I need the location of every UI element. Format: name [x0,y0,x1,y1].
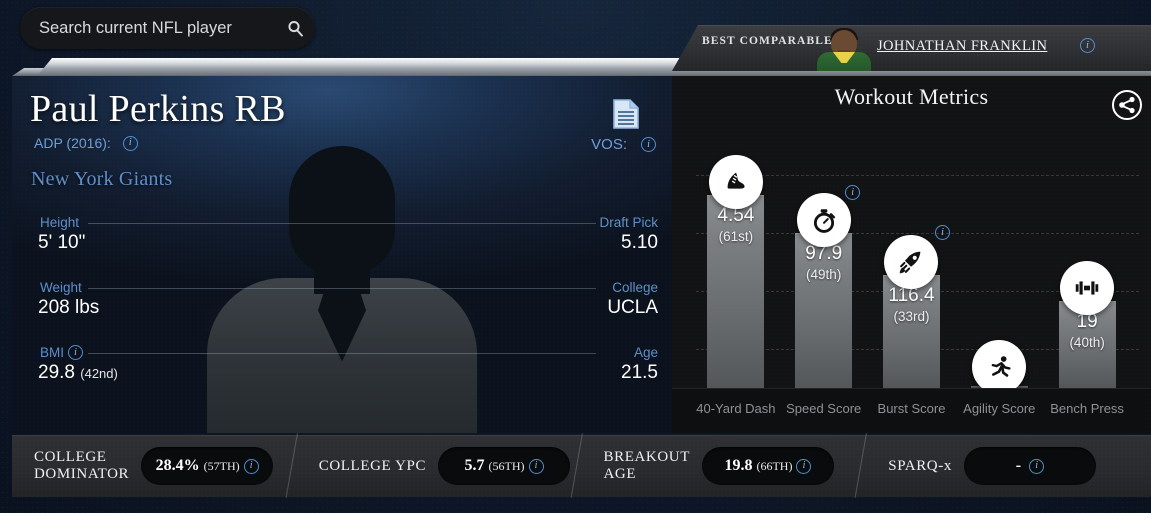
stat-label-draft-pick: Draft Pick [599,215,658,230]
metric-value: 5.7 [465,457,485,475]
metric-rank: (56TH) [489,459,525,474]
info-icon[interactable]: i [1029,459,1044,474]
adp-label: ADP (2016): [34,135,111,151]
adp-stat: ADP (2016): i [34,135,138,151]
metric-pill[interactable]: 28.4% (57TH) i [141,447,273,485]
bar-speed-score[interactable]: i 97.9 (49th) [795,233,852,388]
bar-group-agility-score [955,130,1043,388]
stat-row: Height 5' 10" Draft Pick 5.10 [12,214,672,268]
info-icon[interactable]: i [641,137,656,152]
stopwatch-icon [797,193,851,247]
bar-rank-bench-press: (40th) [1059,335,1116,350]
stat-value-age: 21.5 [621,362,658,384]
metric-pill[interactable]: 5.7 (56TH) i [438,447,570,485]
stat-label-college: College [612,280,658,295]
bar-40-yard-dash[interactable]: 4.54 (61st) [707,195,764,388]
metric-label: COLLEGE DOMINATOR [34,449,129,483]
metric-pill[interactable]: - i [964,447,1096,485]
runner-icon [972,340,1026,394]
metric-label: SPARQ-x [888,458,952,475]
stat-value-height: 5' 10" [38,232,85,254]
info-icon[interactable]: i [796,459,811,474]
bottom-metrics-bar: COLLEGE DOMINATOR 28.4% (57TH) i COLLEGE… [12,435,1151,497]
bar-rank-speed-score: (49th) [795,267,852,282]
bar-rank-40-yard-dash: (61st) [707,229,764,244]
bar-group-speed-score: i 97.9 (49th) [780,130,868,388]
stat-label-age: Age [634,345,658,360]
info-icon[interactable]: i [1080,38,1095,53]
chart-x-axis: 40-Yard Dash Speed Score Burst Score Agi… [672,388,1151,433]
player-profile-panel: Paul Perkins RB ADP (2016): i VOS: i [12,76,672,433]
page-title: Paul Perkins RB [30,87,286,131]
axis-label-agility-score: Agility Score [955,389,1043,433]
metric-label: COLLEGE YPC [319,458,426,475]
axis-label-burst-score: Burst Score [868,389,956,433]
stat-label-weight: Weight [40,280,82,295]
stat-label-height: Height [40,215,79,230]
stat-value-draft-pick: 5.10 [621,232,658,254]
vos-stat: VOS: i [591,136,656,153]
vos-label: VOS: [591,136,627,153]
info-icon[interactable]: i [244,459,259,474]
bar-group-burst-score: i 116.4 (33rd) [868,130,956,388]
best-comparable-banner: BEST COMPARABLE JOHNATHAN FRANKLIN i [672,25,1151,71]
metric-college-ypc: COLLEGE YPC 5.7 (56TH) i [297,435,582,497]
document-icon[interactable] [612,98,640,135]
team-name[interactable]: New York Giants [31,168,172,191]
metric-breakout-age: BREAKOUT AGE 19.8 (66TH) i [582,435,867,497]
chart-title: Workout Metrics [672,84,1151,110]
axis-label-speed-score: Speed Score [780,389,868,433]
rocket-icon [884,235,938,289]
axis-label-bench-press: Bench Press [1043,389,1131,433]
search-icon[interactable] [275,20,315,37]
bar-burst-score[interactable]: i 116.4 (33rd) [883,275,940,388]
bar-rank-burst-score: (33rd) [883,309,940,324]
stat-value-bmi: 29.8 (42nd) [38,362,118,384]
shoe-icon [709,155,763,209]
info-icon[interactable]: i [529,459,544,474]
metric-college-dominator: COLLEGE DOMINATOR 28.4% (57TH) i [12,435,297,497]
share-icon[interactable] [1111,89,1143,126]
stat-value-weight: 208 lbs [38,297,99,319]
comparable-player-avatar [813,25,875,71]
stat-row: Weight 208 lbs College UCLA [12,279,672,333]
metric-value: 19.8 [724,457,752,475]
info-icon[interactable]: i [845,185,860,200]
bar-group-bench-press: 19 (40th) [1043,130,1131,388]
comparable-player-link[interactable]: JOHNATHAN FRANKLIN [877,38,1047,55]
info-icon[interactable]: i [123,136,138,151]
player-profile-page: BEST COMPARABLE JOHNATHAN FRANKLIN i Pau… [0,0,1151,513]
info-icon[interactable]: i [935,225,950,240]
stat-value-college: UCLA [607,297,658,319]
stat-label-bmi: BMI i [40,345,83,360]
bar-group-40-yard-dash: 4.54 (61st) [692,130,780,388]
metric-sparq-x: SPARQ-x - i [866,435,1151,497]
metric-pill[interactable]: 19.8 (66TH) i [702,447,834,485]
bar-bench-press[interactable]: 19 (40th) [1059,301,1116,388]
metric-rank: (57TH) [204,459,240,474]
metric-label: BREAKOUT AGE [604,449,690,483]
metric-rank: (66TH) [756,459,792,474]
workout-metrics-panel: Workout Metrics [672,76,1151,433]
metric-value: 28.4% [156,457,200,475]
info-icon[interactable]: i [68,345,83,360]
search-input[interactable] [20,19,275,38]
chart-bars: 4.54 (61st) i [672,130,1151,388]
stat-rank-bmi: (42nd) [80,366,118,381]
search-bar[interactable] [20,7,315,49]
dumbbell-icon [1060,261,1114,315]
axis-label-40-yard-dash: 40-Yard Dash [692,389,780,433]
stat-row: BMI i 29.8 (42nd) Age 21.5 [12,344,672,398]
metric-value: - [1016,457,1021,475]
